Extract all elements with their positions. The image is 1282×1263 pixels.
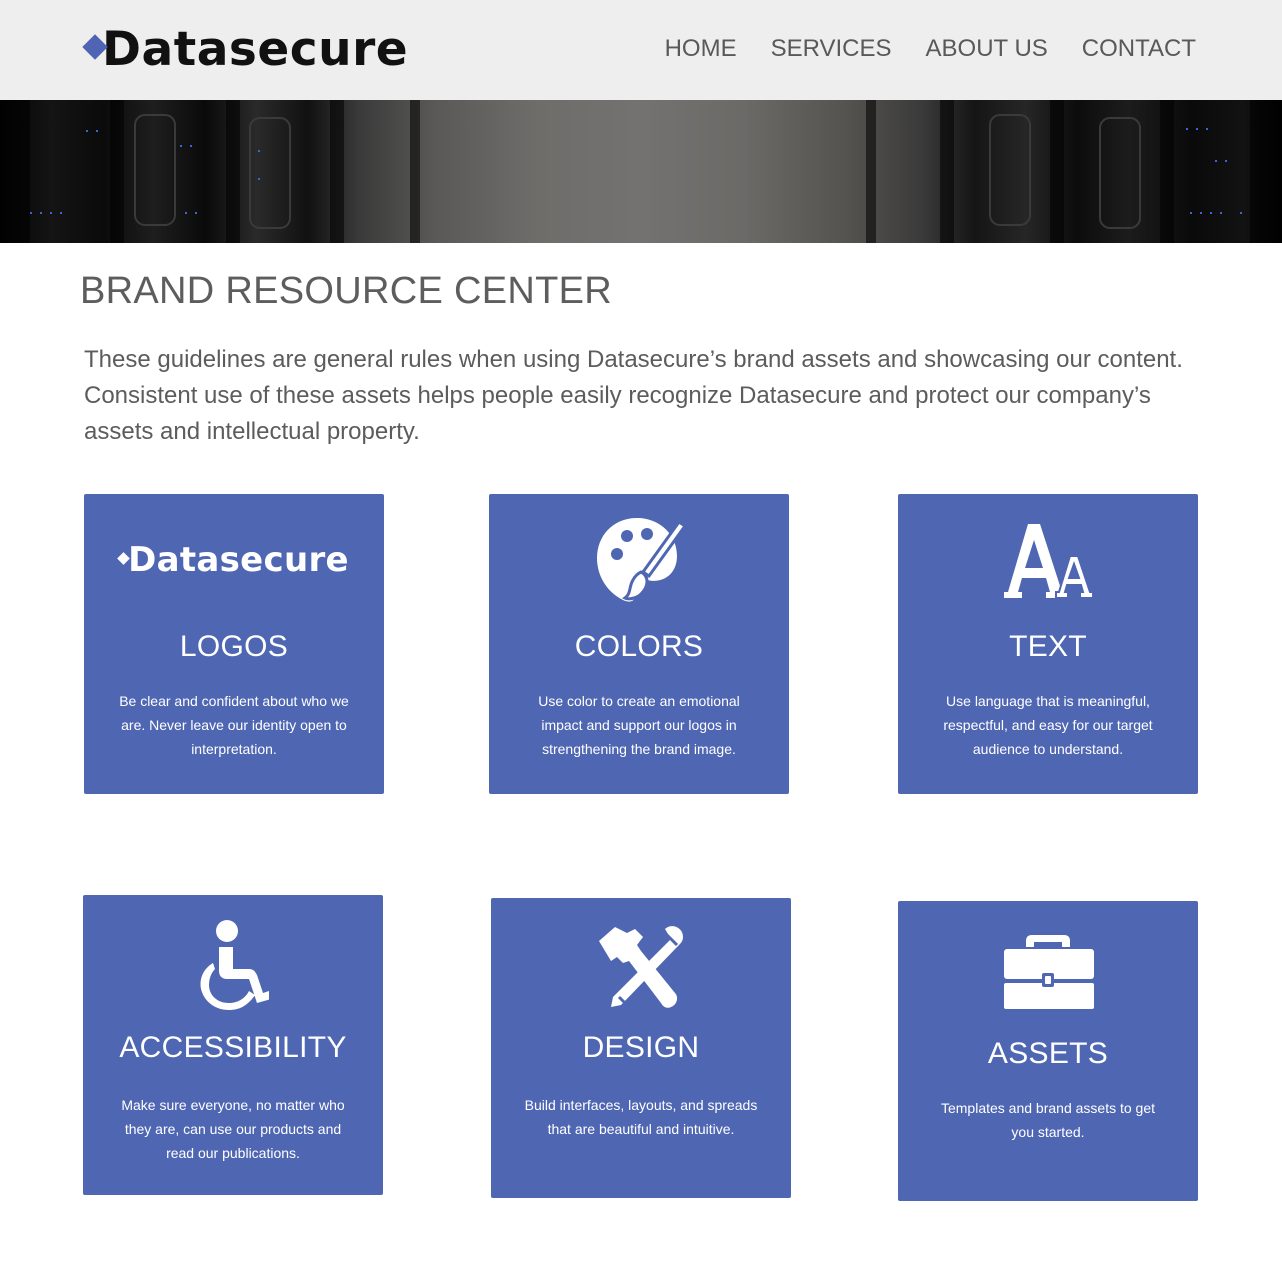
card-description: Build interfaces, layouts, and spreads t… [524,1097,758,1137]
card-description: Use language that is meaningful, respect… [943,693,1153,757]
server-racks-image [0,100,1282,243]
card-description: Be clear and confident about who we are.… [119,693,349,757]
card-description: Templates and brand assets to get you st… [940,1100,1156,1140]
hero-banner-image [0,100,1282,243]
card-text[interactable]: TEXT Use language that is meaningful, re… [898,494,1198,794]
intro-paragraph: These guidelines are general rules when … [84,346,1183,445]
card-description: Make sure everyone, no matter who they a… [121,1097,345,1161]
card-accessibility[interactable]: ACCESSIBILITY Make sure everyone, no mat… [83,895,383,1195]
palette-icon [489,512,789,608]
card-title: TEXT [1009,630,1087,663]
tools-icon [491,920,791,1016]
card-logo-text: Datasecure [128,540,349,580]
card-colors[interactable]: COLORS Use color to create an emotional … [489,494,789,794]
page-title: BRAND RESOURCE CENTER [80,270,613,312]
wheelchair-icon [83,919,383,1015]
site-logo[interactable]: Datasecure [82,22,409,77]
nav-about-us[interactable]: ABOUT US [926,34,1048,64]
text-size-icon [898,512,1198,608]
card-title: ACCESSIBILITY [119,1031,347,1064]
nav-contact[interactable]: CONTACT [1082,34,1196,64]
card-title: LOGOS [179,630,289,663]
card-logos[interactable]: Datasecure LOGOS Be clear and confident … [84,494,384,794]
logo-text: Datasecure [102,22,409,77]
main-nav: HOME SERVICES ABOUT US CONTACT [631,34,1196,64]
card-title: DESIGN [582,1031,700,1064]
site-header: Datasecure HOME SERVICES ABOUT US CONTAC… [0,0,1282,100]
datasecure-logo-icon: Datasecure [84,512,384,608]
card-assets[interactable]: ASSETS Templates and brand assets to get… [898,901,1198,1201]
card-description: Use color to create an emotional impact … [538,693,740,757]
briefcase-icon [898,923,1198,1019]
card-title: COLORS [574,630,704,663]
nav-home[interactable]: HOME [665,34,737,64]
card-design[interactable]: DESIGN Build interfaces, layouts, and sp… [491,898,791,1198]
card-title: ASSETS [987,1037,1109,1070]
nav-services[interactable]: SERVICES [771,34,892,64]
